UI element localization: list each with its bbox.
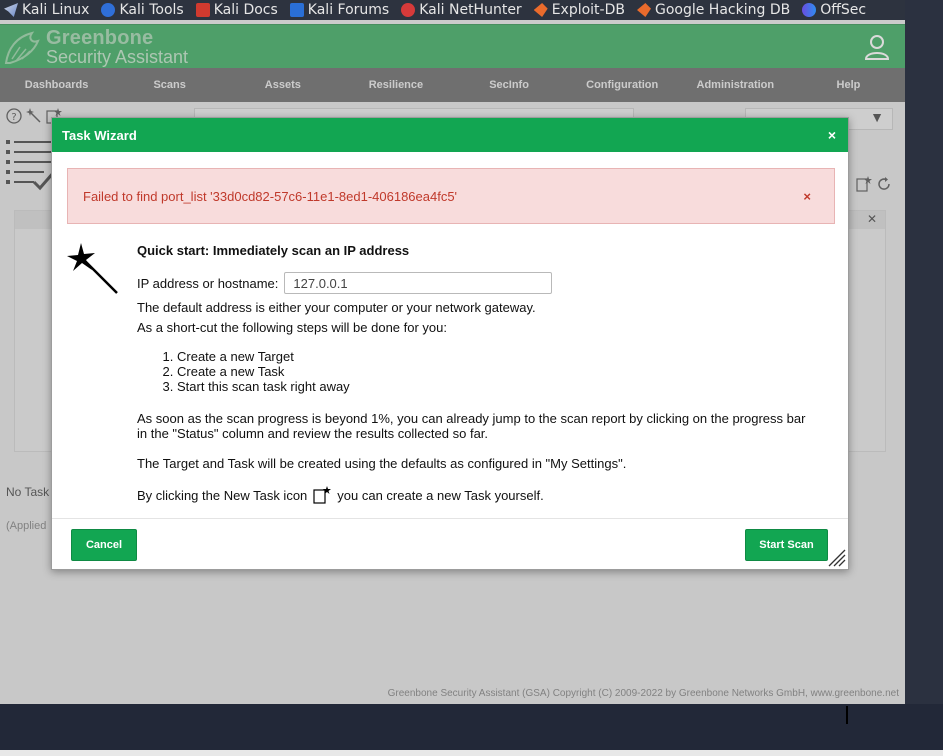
kali-tools-icon [101, 3, 116, 17]
desktop-background [0, 704, 943, 756]
bookmark-kali-nethunter[interactable]: Kali NetHunter [401, 2, 522, 18]
new-task-hint: By clicking the New Task icon you can cr… [137, 486, 817, 504]
bookmark-offsec[interactable]: OffSec [802, 2, 866, 18]
dialog-title: Task Wizard [62, 127, 137, 143]
bookmark-kali-docs[interactable]: Kali Docs [195, 2, 278, 18]
new-task-icon [313, 486, 332, 504]
resize-grip-icon[interactable] [825, 546, 847, 568]
progress-note: As soon as the scan progress is beyond 1… [137, 411, 806, 441]
list-item: Start this scan task right away [177, 379, 817, 394]
offsec-icon [802, 3, 817, 17]
bookmark-kali-tools[interactable]: Kali Tools [101, 2, 184, 18]
cancel-button[interactable]: Cancel [71, 529, 137, 561]
defaults-note: The Target and Task will be created usin… [137, 456, 627, 471]
ip-label: IP address or hostname: [137, 275, 279, 291]
quick-start-title: Quick start: Immediately scan an IP addr… [137, 243, 410, 258]
dialog-close-icon[interactable]: × [828, 127, 836, 143]
magic-wand-icon [67, 243, 118, 294]
taskbar-edge [0, 750, 943, 756]
start-scan-button[interactable]: Start Scan [745, 529, 828, 561]
default-address-text: The default address is either your compu… [137, 300, 536, 315]
alert-close-icon[interactable]: × [803, 189, 811, 204]
kali-dragon-icon [4, 3, 18, 17]
bookmark-kali-linux[interactable]: Kali Linux [4, 2, 89, 18]
kali-forums-icon [289, 3, 304, 17]
text-cursor [846, 706, 848, 724]
shortcut-text: As a short-cut the following steps will … [137, 320, 447, 335]
google-hacking-db-icon [636, 3, 651, 17]
list-item: Create a new Task [177, 364, 817, 379]
bookmark-kali-forums[interactable]: Kali Forums [289, 2, 389, 18]
steps-list: Create a new Target Create a new Task St… [177, 349, 817, 394]
bookmarks-bar: Kali Linux Kali Tools Kali Docs Kali For… [0, 0, 905, 20]
new-task-hint-before: By clicking the New Task icon [137, 487, 308, 503]
desktop-side-strip [905, 20, 943, 704]
task-wizard-dialog: Task Wizard × Failed to find port_list '… [51, 117, 849, 570]
error-alert: Failed to find port_list '33d0cd82-57c6-… [67, 168, 835, 224]
list-item: Create a new Target [177, 349, 817, 364]
exploit-db-icon [533, 3, 548, 17]
kali-docs-icon [195, 3, 210, 17]
bookmark-exploit-db[interactable]: Exploit-DB [533, 2, 625, 18]
kali-nethunter-icon [401, 3, 416, 17]
new-task-hint-after: you can create a new Task yourself. [337, 487, 544, 503]
ip-hostname-input[interactable] [284, 272, 553, 294]
bookmark-google-hacking-db[interactable]: Google Hacking DB [636, 2, 790, 18]
error-alert-message: Failed to find port_list '33d0cd82-57c6-… [83, 188, 458, 204]
dialog-title-bar[interactable]: Task Wizard × [52, 118, 848, 152]
wizard-content: Quick start: Immediately scan an IP addr… [137, 243, 817, 504]
ip-row: IP address or hostname: [137, 272, 817, 294]
dialog-footer: Cancel Start Scan [52, 518, 848, 570]
